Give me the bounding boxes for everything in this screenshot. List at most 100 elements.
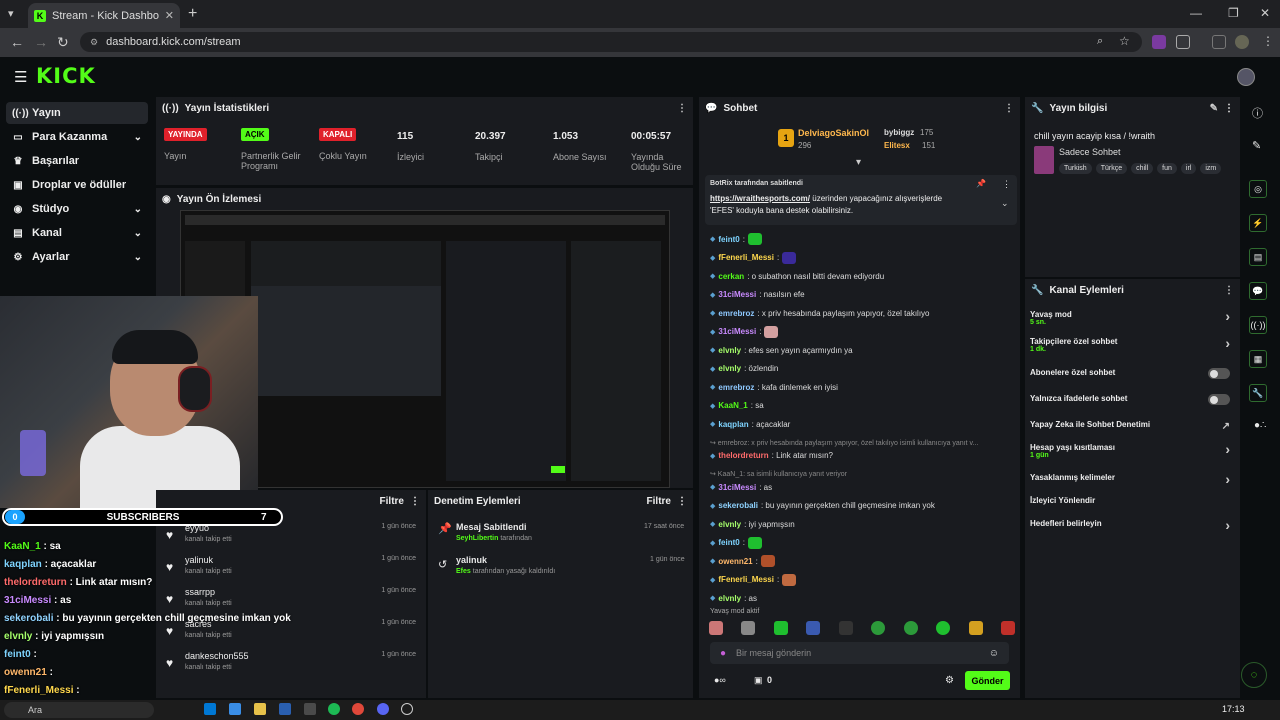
more-icon[interactable]: ⋮ xyxy=(677,103,687,114)
top-gifter-name[interactable]: Elitesx xyxy=(884,141,910,150)
close-tab-icon[interactable]: ✕ xyxy=(165,9,174,22)
browser-tab[interactable]: K Stream - Kick Dashboard ✕ xyxy=(28,3,180,28)
maximize-icon[interactable]: ❐ xyxy=(1228,6,1239,20)
chevron-down-icon[interactable]: ⌄ xyxy=(1001,198,1009,209)
category-name[interactable]: Sadece Sohbet xyxy=(1059,147,1121,157)
bookmark-star-icon[interactable]: ☆ xyxy=(1119,34,1130,48)
edit-icon[interactable]: ✎ xyxy=(1252,139,1261,152)
chrome-icon[interactable] xyxy=(352,703,364,715)
top-gifter-name[interactable]: bybiggz xyxy=(884,128,914,137)
more-icon[interactable]: ⋮ xyxy=(410,496,420,507)
channel-action-item[interactable]: Takipçilere özel sohbet 1 dk. › xyxy=(1030,335,1234,359)
chat-username[interactable]: sekerobali xyxy=(718,501,758,510)
chat-input[interactable]: ● Bir mesaj gönderin ☺ xyxy=(710,642,1009,664)
support-icon[interactable]: ◌ xyxy=(1241,662,1267,688)
edge-icon[interactable] xyxy=(229,703,241,715)
tag[interactable]: Türkçe xyxy=(1095,163,1128,174)
follower-name[interactable]: dankeschon555 xyxy=(185,651,249,661)
chat-username[interactable]: feint0 xyxy=(718,538,739,547)
chat-username[interactable]: thelordreturn xyxy=(718,451,768,460)
emote-icon[interactable] xyxy=(1000,621,1015,635)
top-gifter-name[interactable]: DelviagoSakinOl xyxy=(798,128,869,138)
chat-username[interactable]: 31ciMessi xyxy=(718,327,756,336)
more-icon[interactable]: ⋮ xyxy=(1224,285,1234,296)
chat-username[interactable]: feint0 xyxy=(718,235,739,244)
chat-username[interactable]: fFenerli_Messi xyxy=(718,253,774,262)
tab-menu-icon[interactable]: ▾ xyxy=(8,7,14,20)
expand-icon[interactable]: ▾ xyxy=(856,157,861,168)
obs-icon[interactable] xyxy=(401,703,413,715)
sidebar-item-basarilar[interactable]: ♛ Başarılar xyxy=(6,150,148,172)
emote-icon[interactable] xyxy=(773,621,788,635)
chat-username[interactable]: cerkan xyxy=(718,272,744,281)
emote-icon[interactable] xyxy=(871,621,886,635)
spotify-icon[interactable] xyxy=(328,703,340,715)
sidebar-item-para-kazanma[interactable]: ▭ Para Kazanma ⌄ xyxy=(6,126,148,148)
rail-more-icon[interactable]: ●∴ xyxy=(1254,420,1266,431)
zoom-icon[interactable]: ⌕ xyxy=(1097,35,1103,48)
rail-broadcast-icon[interactable]: ((·)) xyxy=(1249,316,1267,334)
emote-icon[interactable] xyxy=(838,621,853,635)
sidebar-item-yayin[interactable]: ((·)) Yayın xyxy=(6,102,148,124)
emote-icon[interactable] xyxy=(741,621,756,635)
channel-action-item[interactable]: Hesap yaşı kısıtlaması 1 gün › xyxy=(1030,441,1234,465)
channel-action-item[interactable]: Abonelere özel sohbet xyxy=(1030,368,1234,390)
hamburger-menu-icon[interactable]: ☰ xyxy=(14,68,27,86)
mod-user[interactable]: Efes xyxy=(456,568,471,575)
emote-icon[interactable] xyxy=(936,621,951,635)
rail-chat-icon[interactable]: 💬 xyxy=(1249,282,1267,300)
rail-doc-icon[interactable]: ▤ xyxy=(1249,248,1267,266)
rail-tools-icon[interactable]: 🔧 xyxy=(1249,384,1267,402)
new-tab-button[interactable]: + xyxy=(188,5,197,23)
sidebar-item-studyo[interactable]: ◉ Stüdyo ⌄ xyxy=(6,198,148,220)
category-thumbnail[interactable] xyxy=(1034,146,1054,174)
extension-icon[interactable] xyxy=(1152,35,1166,49)
tag[interactable]: Turkish xyxy=(1059,163,1092,174)
toggle-switch[interactable] xyxy=(1208,394,1230,405)
reload-icon[interactable]: ↻ xyxy=(57,34,69,51)
sidebar-item-kanal[interactable]: ▤ Kanal ⌄ xyxy=(6,222,148,244)
chat-username[interactable]: kaqplan xyxy=(718,420,748,429)
chat-username[interactable]: fFenerli_Messi xyxy=(718,575,774,584)
window-close-icon[interactable]: ✕ xyxy=(1260,6,1270,20)
discord-icon[interactable] xyxy=(377,703,389,715)
chat-username[interactable]: elvnly xyxy=(718,594,741,603)
chat-username[interactable]: owenn21 xyxy=(718,557,752,566)
channel-action-item[interactable]: Yasaklanmış kelimeler › xyxy=(1030,471,1234,495)
browser-menu-icon[interactable]: ⋮ xyxy=(1262,34,1274,48)
toggle-switch[interactable] xyxy=(1208,368,1230,379)
forward-icon[interactable]: → xyxy=(34,34,48,50)
tag[interactable]: fun xyxy=(1157,163,1177,174)
extensions-puzzle-icon[interactable] xyxy=(1176,35,1190,49)
rail-printer-icon[interactable]: ▦ xyxy=(1249,350,1267,368)
more-icon[interactable]: ⋮ xyxy=(1004,103,1014,114)
points-icon[interactable]: ●∞ xyxy=(714,675,726,685)
start-icon[interactable] xyxy=(204,703,216,715)
rail-lightning-icon[interactable]: ⚡ xyxy=(1249,214,1267,232)
rail-camera-icon[interactable]: ◎ xyxy=(1249,180,1267,198)
site-info-icon[interactable]: ⚙ xyxy=(90,37,98,48)
user-avatar[interactable] xyxy=(1237,68,1255,86)
mod-user[interactable]: SeyhLibertin xyxy=(456,535,498,542)
profile-icon[interactable] xyxy=(1235,35,1249,49)
app-icon[interactable] xyxy=(304,703,316,715)
filter-button[interactable]: Filtre xyxy=(647,496,671,507)
edit-icon[interactable]: ✎ xyxy=(1210,103,1218,114)
chat-username[interactable]: elvnly xyxy=(718,364,741,373)
kick-logo[interactable]: KICK xyxy=(36,64,96,88)
back-icon[interactable]: ← xyxy=(10,34,24,50)
tag[interactable]: izm xyxy=(1200,163,1222,174)
minimize-icon[interactable]: — xyxy=(1190,6,1202,20)
filter-button[interactable]: Filtre xyxy=(380,496,404,507)
tag[interactable]: irl xyxy=(1180,163,1197,174)
channel-action-item[interactable]: Yalnızca ifadelerle sohbet xyxy=(1030,394,1234,416)
sidebar-item-droplar[interactable]: ▣ Droplar ve ödüller xyxy=(6,174,148,196)
emote-icon[interactable] xyxy=(968,621,983,635)
chat-username[interactable]: 31ciMessi xyxy=(718,290,756,299)
taskbar-search[interactable]: Ara xyxy=(4,702,154,718)
send-button[interactable]: Gönder xyxy=(965,671,1010,690)
mic-icon[interactable]: ● xyxy=(720,648,726,659)
info-icon[interactable]: ⓘ xyxy=(1252,105,1263,121)
pin-icon[interactable]: 📌 xyxy=(976,179,986,188)
follower-name[interactable]: ssarrpp xyxy=(185,587,215,597)
